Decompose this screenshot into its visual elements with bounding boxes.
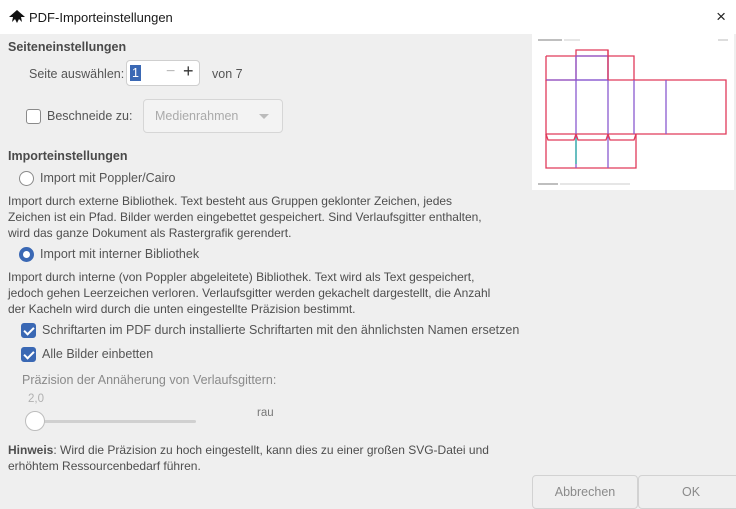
poppler-description: Import durch externe Bibliothek. Text be… — [8, 193, 528, 241]
precision-quality-label: rau — [257, 407, 274, 419]
replace-fonts-label[interactable]: Schriftarten im PDF durch installierte S… — [42, 323, 519, 337]
precision-label: Präzision der Annäherung von Verlaufsgit… — [22, 373, 277, 387]
poppler-description-line: Zeichen ist ein Pfad. Bilder werden eing… — [8, 210, 482, 224]
crop-select-value: Medienrahmen — [155, 109, 239, 123]
increment-button[interactable]: + — [183, 61, 194, 82]
poppler-radio[interactable] — [19, 171, 34, 186]
internal-description-line: Import durch interne (von Poppler abgele… — [8, 270, 475, 284]
internal-description-line: der Kacheln wird durch die unten eingest… — [8, 302, 356, 316]
embed-images-checkbox[interactable] — [21, 347, 36, 362]
page-spinbutton[interactable]: 1 − + — [126, 60, 200, 86]
preview-graphic — [538, 39, 728, 185]
embed-images-label[interactable]: Alle Bilder einbetten — [42, 347, 153, 361]
poppler-description-line: Import durch externe Bibliothek. Text be… — [8, 194, 453, 208]
crop-label: Beschneide zu: — [47, 109, 133, 123]
page-preview — [532, 34, 734, 190]
precision-slider-handle[interactable] — [25, 411, 45, 431]
page-value[interactable]: 1 — [130, 65, 141, 81]
cancel-button[interactable]: Abbrechen — [532, 475, 638, 509]
close-icon[interactable]: × — [716, 7, 726, 27]
select-page-label: Seite auswählen: — [29, 67, 125, 81]
decrement-button[interactable]: − — [166, 63, 175, 81]
dialog-content: Seiteneinstellungen Seite auswählen: 1 −… — [0, 34, 736, 509]
precision-value: 2,0 — [28, 393, 44, 405]
poppler-radio-label[interactable]: Import mit Poppler/Cairo — [40, 171, 175, 185]
hint-text: Hinweis: Wird die Präzision zu hoch eing… — [8, 442, 528, 474]
preview-net — [545, 49, 727, 169]
chevron-down-icon — [259, 114, 269, 119]
poppler-description-line: wird das ganze Dokument als Rastergrafik… — [8, 226, 292, 240]
hint-line-1: : Wird die Präzision zu hoch eingestellt… — [53, 443, 489, 457]
page-count-label: von 7 — [212, 67, 243, 81]
internal-description: Import durch interne (von Poppler abgele… — [8, 269, 528, 317]
crop-select[interactable]: Medienrahmen — [143, 99, 283, 133]
internal-description-line: jedoch gehen Leerzeichen verloren. Verla… — [8, 286, 491, 300]
page-settings-heading: Seiteneinstellungen — [8, 40, 127, 54]
precision-slider-track[interactable] — [30, 420, 196, 423]
ok-button[interactable]: OK — [638, 475, 736, 509]
hint-line-2: erhöhtem Ressourcenbedarf führen. — [8, 459, 201, 473]
window-title: PDF-Importeinstellungen — [29, 10, 173, 25]
replace-fonts-checkbox[interactable] — [21, 323, 36, 338]
title-bar: PDF-Importeinstellungen × — [0, 0, 736, 34]
import-settings-heading: Importeinstellungen — [8, 149, 128, 163]
hint-bold: Hinweis — [8, 443, 54, 457]
internal-radio[interactable] — [19, 247, 34, 262]
inkscape-icon — [9, 10, 25, 23]
crop-checkbox[interactable] — [26, 109, 41, 124]
internal-radio-label[interactable]: Import mit interner Bibliothek — [40, 247, 199, 261]
